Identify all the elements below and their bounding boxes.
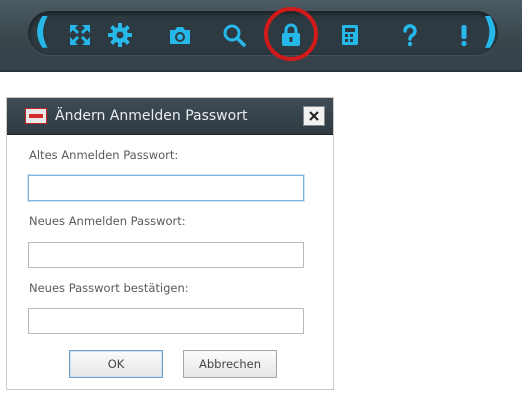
close-button[interactable] (303, 106, 325, 126)
new-password-label: Neues Anmelden Passwort: (29, 214, 186, 228)
info-button[interactable] (446, 18, 482, 52)
expand-button[interactable] (62, 18, 98, 52)
toolbar: () (0, 0, 522, 72)
new-password-field[interactable] (28, 242, 304, 268)
toolbar-right-bracket: ) (482, 11, 499, 52)
change-password-dialog: Ändern Anmelden Passwort Altes Anmelden … (6, 97, 334, 390)
app-logo-icon (25, 108, 47, 124)
dialog-titlebar[interactable]: Ändern Anmelden Passwort (7, 98, 333, 135)
ok-button[interactable]: OK (69, 350, 163, 378)
highlight-circle-annotation (264, 7, 318, 61)
exclamation-icon (461, 25, 467, 47)
screenshot-stage: () Ändern Anmelden Passwort Altes Anmel… (0, 0, 522, 393)
settings-button[interactable] (102, 18, 138, 52)
old-password-label: Altes Anmelden Passwort: (29, 148, 179, 162)
gear-icon (108, 23, 132, 47)
calculator-button[interactable] (332, 18, 368, 52)
cancel-button[interactable]: Abbrechen (183, 350, 277, 378)
old-password-field[interactable] (28, 175, 304, 201)
search-icon (223, 24, 246, 47)
camera-button[interactable] (162, 18, 198, 52)
toolbar-left-bracket: ( (34, 11, 51, 52)
help-button[interactable] (392, 18, 428, 52)
close-icon (309, 111, 319, 121)
calculator-icon (342, 25, 358, 45)
dialog-title: Ändern Anmelden Passwort (55, 108, 248, 124)
search-button[interactable] (216, 18, 252, 52)
expand-arrows-icon (70, 25, 90, 45)
confirm-password-label: Neues Passwort bestätigen: (29, 281, 189, 295)
confirm-password-field[interactable] (28, 308, 304, 334)
question-mark-icon (403, 24, 417, 47)
camera-icon (170, 27, 190, 44)
